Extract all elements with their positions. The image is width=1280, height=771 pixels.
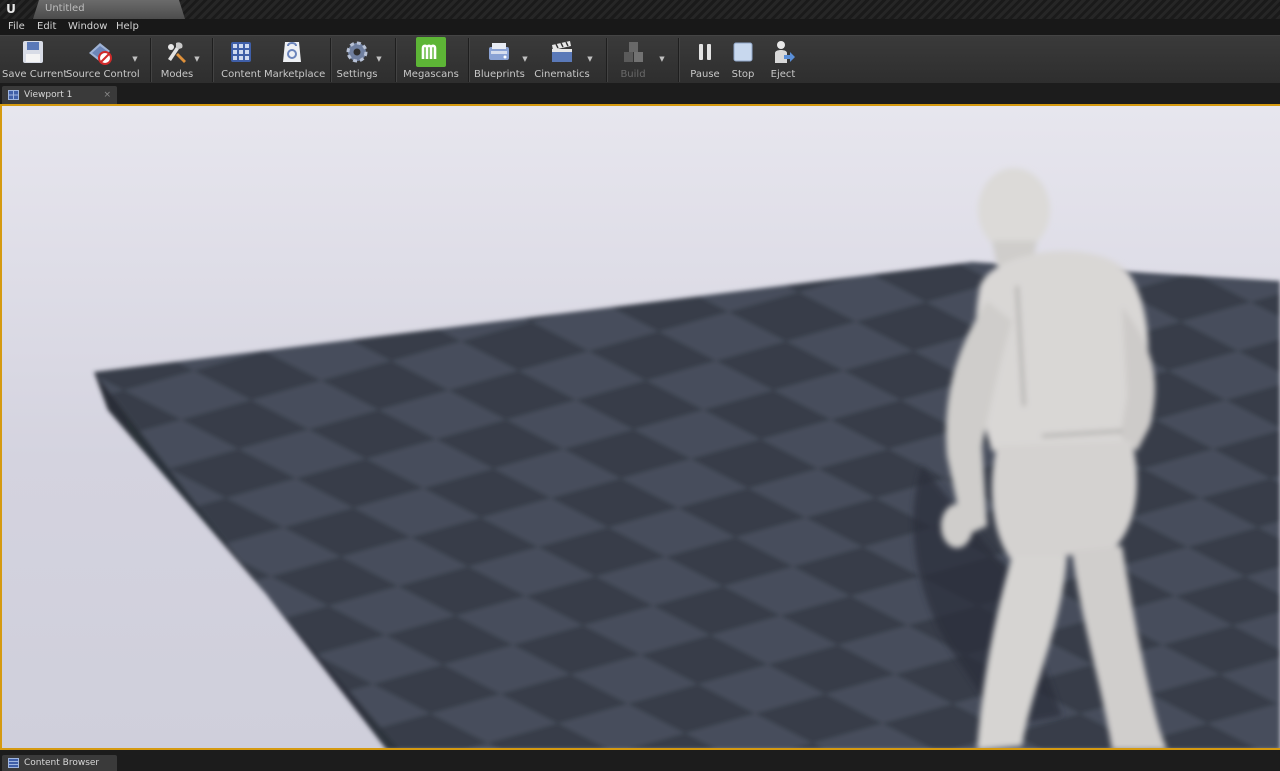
save-current-label: Save Current [2, 69, 68, 80]
build-dropdown-icon[interactable]: ▼ [658, 55, 666, 63]
menu-edit[interactable]: Edit [37, 19, 56, 35]
marketplace-icon [283, 42, 301, 62]
pause-icon [699, 44, 711, 60]
toolbar-separator [468, 38, 469, 82]
stop-button[interactable]: Stop [726, 36, 760, 84]
blueprints-icon [489, 43, 509, 60]
cinematics-dropdown-icon[interactable]: ▼ [586, 55, 594, 63]
megascans-button[interactable]: Megascans [402, 36, 460, 84]
close-icon[interactable]: × [103, 86, 111, 104]
stop-label: Stop [731, 69, 755, 80]
source-control-icon [89, 43, 112, 65]
modes-icon [168, 42, 186, 63]
content-label: Content [221, 69, 261, 80]
build-icon [624, 42, 643, 62]
menu-bar: File Edit Window Help [0, 19, 1280, 35]
cinematics-button[interactable]: Cinematics [534, 36, 590, 84]
blueprints-dropdown-icon[interactable]: ▼ [521, 55, 529, 63]
menu-file[interactable]: File [8, 19, 25, 35]
megascans-icon [416, 37, 446, 67]
modes-button[interactable]: Modes [156, 36, 198, 84]
marketplace-label: Marketplace [264, 69, 326, 80]
pause-label: Pause [690, 69, 720, 80]
viewport-icon [8, 90, 19, 100]
menu-window[interactable]: Window [68, 19, 107, 35]
marketplace-button[interactable]: Marketplace [264, 36, 326, 84]
cinematics-label: Cinematics [534, 69, 590, 80]
menu-help[interactable]: Help [116, 19, 139, 35]
settings-label: Settings [336, 69, 378, 80]
cinematics-icon [552, 41, 572, 62]
stop-icon [733, 42, 753, 62]
blueprints-button[interactable]: Blueprints [474, 36, 525, 84]
document-tab[interactable]: Untitled [33, 0, 185, 19]
viewport-tab-label: Viewport 1 [24, 90, 73, 100]
content-browser-strip: Content Browser [0, 750, 1280, 771]
build-label: Build [620, 69, 646, 80]
source-control-label: Source Control [66, 69, 140, 80]
blueprints-label: Blueprints [474, 69, 525, 80]
content-button[interactable]: Content [220, 36, 262, 84]
settings-icon [346, 41, 368, 63]
pause-button[interactable]: Pause [686, 36, 724, 84]
toolbar-separator [678, 38, 679, 82]
content-browser-icon [8, 758, 19, 768]
build-button[interactable]: Build [612, 36, 654, 84]
content-browser-tab-label: Content Browser [24, 758, 100, 768]
toolbar-separator [395, 38, 396, 82]
modes-dropdown-icon[interactable]: ▼ [193, 55, 201, 63]
modes-label: Modes [160, 69, 194, 80]
main-toolbar: Save Current Source Control ▼ Modes ▼ Co… [0, 35, 1280, 83]
content-browser-tab[interactable]: Content Browser [2, 755, 117, 771]
level-viewport[interactable] [0, 104, 1280, 750]
toolbar-separator [606, 38, 607, 82]
settings-button[interactable]: Settings [336, 36, 378, 84]
source-control-dropdown-icon[interactable]: ▼ [131, 55, 139, 63]
viewport-tab-strip: Viewport 1 × [0, 83, 1280, 104]
viewport-scene [94, 168, 1280, 748]
toolbar-separator [212, 38, 213, 82]
toolbar-separator [150, 38, 151, 82]
save-icon [23, 41, 43, 63]
eject-button[interactable]: Eject [764, 36, 802, 84]
source-control-button[interactable]: Source Control [66, 36, 140, 84]
save-current-button[interactable]: Save Current [2, 36, 68, 84]
toolbar-separator [330, 38, 331, 82]
eject-icon [775, 41, 795, 63]
editor-window: U Untitled File Edit Window Help Save Cu… [0, 0, 1280, 771]
megascans-label: Megascans [403, 69, 459, 80]
eject-label: Eject [770, 69, 796, 80]
unreal-logo-icon[interactable]: U [2, 1, 20, 18]
title-bar: U Untitled [0, 0, 1280, 19]
settings-dropdown-icon[interactable]: ▼ [375, 55, 383, 63]
content-icon [231, 42, 251, 62]
viewport-tab[interactable]: Viewport 1 × [2, 86, 117, 104]
